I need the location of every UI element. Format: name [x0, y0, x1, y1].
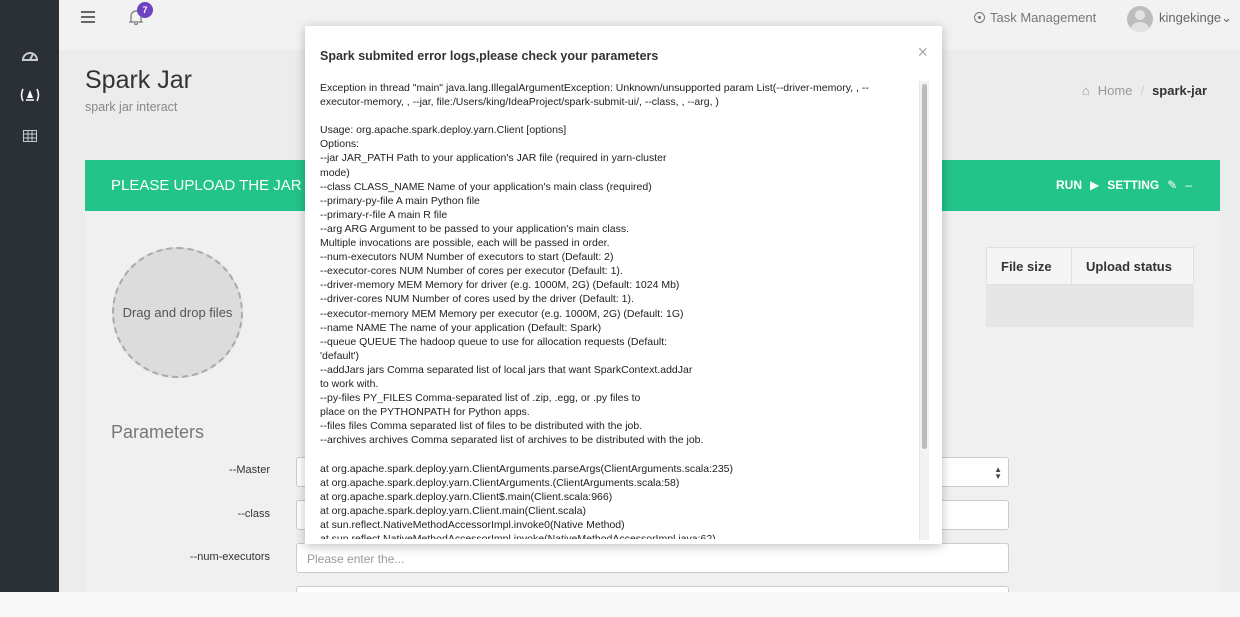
play-icon[interactable]: ▶	[1090, 178, 1099, 192]
num-executors-input[interactable]: Please enter the...	[296, 543, 1009, 573]
notification-badge: 7	[137, 2, 153, 18]
user-menu[interactable]: kingekinge⌄	[1159, 10, 1232, 26]
log-line: at org.apache.spark.deploy.yarn.Client.m…	[320, 504, 586, 517]
log-line: at org.apache.spark.deploy.yarn.ClientAr…	[320, 476, 680, 489]
log-line: --primary-py-file A main Python file	[320, 194, 480, 207]
column-file-size: File size	[987, 247, 1072, 285]
avatar[interactable]	[1127, 6, 1153, 32]
task-management-link[interactable]: Task Management	[974, 10, 1096, 25]
page-footer	[0, 592, 1240, 617]
table-icon[interactable]	[0, 121, 59, 151]
clock-icon	[974, 12, 985, 23]
log-line: --driver-memory MEM Memory for driver (e…	[320, 279, 680, 292]
sidebar	[0, 0, 59, 592]
breadcrumb: ⌂ Home / spark-jar	[1082, 83, 1207, 98]
num-executors-placeholder: Please enter the...	[307, 552, 405, 566]
log-line: Exception in thread "main" java.lang.Ill…	[320, 82, 869, 94]
log-line: Multiple invocations are possible, each …	[320, 237, 610, 250]
log-line: --arg ARG Argument to be passed to your …	[320, 222, 629, 235]
log-line: at sun.reflect.NativeMethodAccessorImpl.…	[320, 533, 716, 539]
dashboard-icon[interactable]	[0, 40, 59, 70]
dropzone-label: Drag and drop files	[122, 305, 233, 320]
num-executors-label: --num-executors	[189, 551, 270, 563]
log-line: executor-memory, , --jar, file:/Users/ki…	[320, 96, 719, 109]
log-line: --archives archives Comma separated list…	[320, 434, 704, 447]
error-log-body: Exception in thread "main" java.lang.Ill…	[320, 81, 880, 539]
modal-scrollbar[interactable]	[919, 81, 929, 540]
log-line: --queue QUEUE The hadoop queue to use fo…	[320, 335, 668, 348]
spark-icon[interactable]	[0, 80, 59, 110]
breadcrumb-current: spark-jar	[1152, 83, 1207, 98]
log-line: --executor-memory MEM Memory per executo…	[320, 307, 684, 320]
breadcrumb-home[interactable]: Home	[1098, 83, 1133, 98]
master-label: --Master	[229, 464, 270, 476]
page-title: Spark Jar	[85, 66, 192, 94]
log-line: --py-files PY_FILES Comma-separated list…	[320, 392, 641, 405]
breadcrumb-separator: /	[1140, 83, 1145, 98]
run-button[interactable]: RUN	[1056, 178, 1082, 192]
log-line: Usage: org.apache.spark.deploy.yarn.Clie…	[320, 124, 567, 137]
log-line: to work with.	[320, 377, 379, 390]
log-line: at sun.reflect.NativeMethodAccessorImpl.…	[320, 518, 625, 531]
log-line: Options:	[320, 138, 360, 151]
log-line: --num-executors NUM Number of executors …	[320, 251, 614, 264]
file-dropzone[interactable]: Drag and drop files	[112, 247, 243, 378]
close-icon[interactable]: ×	[917, 42, 928, 63]
modal-title: Spark submited error logs,please check y…	[320, 49, 659, 63]
log-line: at org.apache.spark.deploy.yarn.ClientAr…	[320, 462, 734, 475]
log-line: 'default')	[320, 349, 360, 362]
page-subtitle: spark jar interact	[85, 100, 178, 114]
scrollbar-thumb[interactable]	[922, 84, 927, 449]
column-upload-status: Upload status	[1086, 258, 1172, 274]
file-table: File size Upload status	[986, 247, 1194, 327]
username-label: kingekinge	[1159, 10, 1222, 25]
log-line: --files files Comma separated list of fi…	[320, 420, 643, 433]
menu-toggle-icon[interactable]	[81, 11, 95, 23]
log-line: --primary-r-file A main R file	[320, 208, 448, 221]
task-management-label: Task Management	[990, 10, 1097, 25]
chevron-down-icon: ⌄	[1221, 10, 1233, 25]
wrench-icon[interactable]: ✎	[1167, 178, 1177, 192]
log-line: --driver-cores NUM Number of cores used …	[320, 293, 634, 306]
log-line: --name NAME The name of your application…	[320, 321, 602, 334]
parameters-title: Parameters	[111, 422, 205, 442]
log-line: --addJars jars Comma separated list of l…	[320, 363, 693, 376]
panel-title: PLEASE UPLOAD THE JAR	[111, 177, 302, 194]
log-line: --jar JAR_PATH Path to your application'…	[320, 152, 667, 165]
select-arrows-icon: ▲ ▼	[994, 465, 1002, 481]
collapse-icon[interactable]: –	[1185, 178, 1192, 192]
log-line: --executor-cores NUM Number of cores per…	[320, 265, 623, 278]
error-log-modal: Spark submited error logs,please check y…	[305, 26, 942, 544]
log-line: mode)	[320, 166, 350, 179]
class-label: --class	[237, 508, 270, 520]
log-line: --class CLASS_NAME Name of your applicat…	[320, 180, 652, 193]
setting-button[interactable]: SETTING	[1107, 178, 1159, 192]
log-line: place on the PYTHONPATH for Python apps.	[320, 406, 530, 419]
home-icon: ⌂	[1081, 83, 1090, 98]
log-line: at org.apache.spark.deploy.yarn.Client$.…	[320, 490, 613, 503]
file-table-header: File size Upload status	[986, 247, 1194, 285]
panel-actions: RUN ▶ SETTING ✎ –	[1056, 178, 1192, 192]
